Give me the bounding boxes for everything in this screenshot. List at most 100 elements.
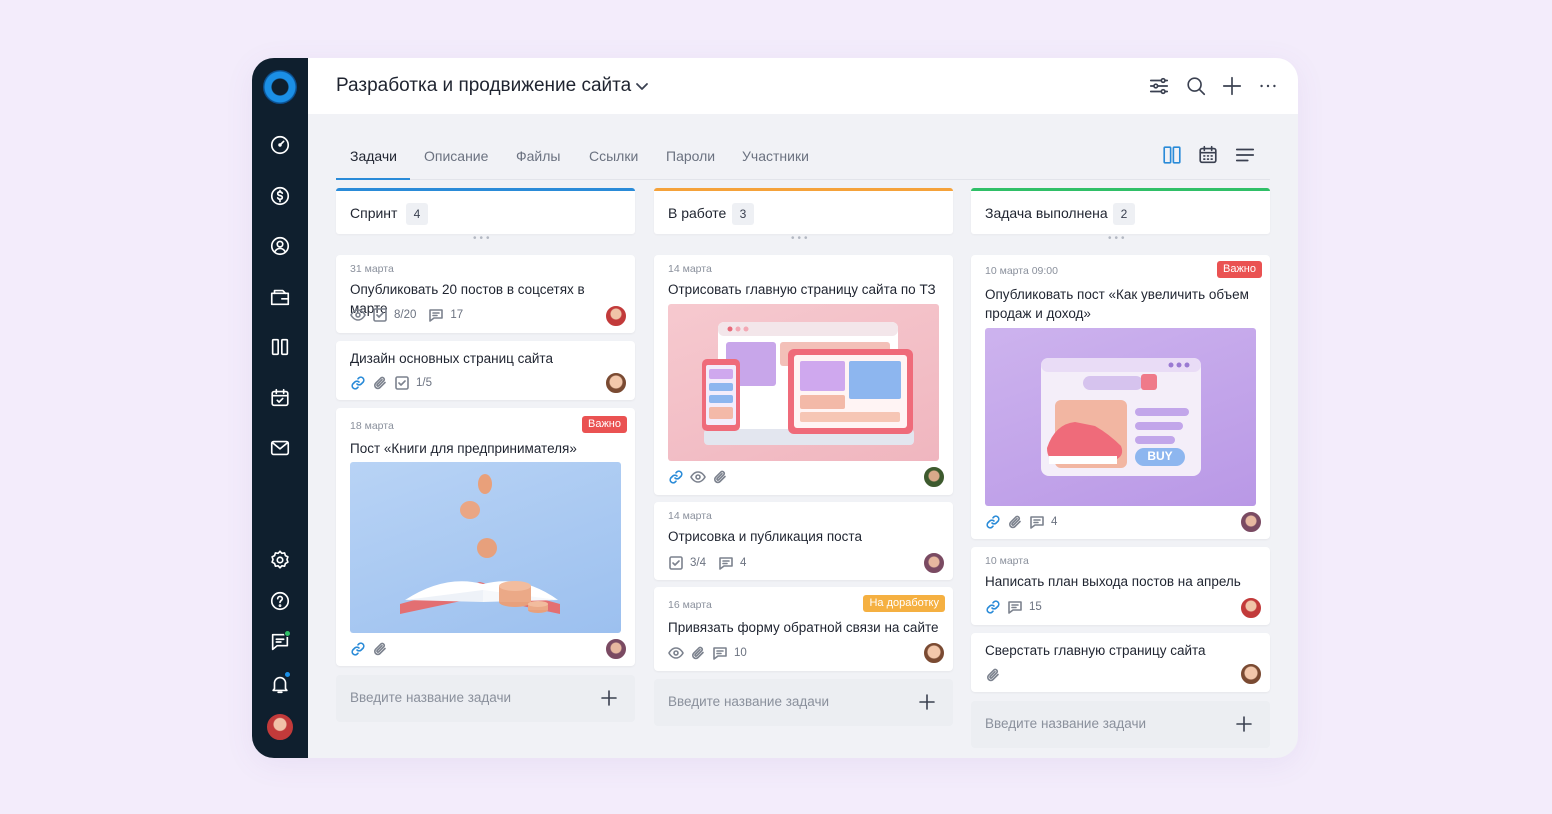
task-date: 10 марта 09:00 — [985, 265, 1058, 277]
task-meta: 15 — [985, 599, 1042, 615]
task-cover-image[interactable]: BUY — [985, 328, 1256, 506]
tab-passwords[interactable]: Пароли — [666, 148, 715, 180]
checklist-count: 1/5 — [416, 377, 432, 389]
task-title: Отрисовка и публикация поста — [668, 529, 862, 544]
calendar-icon[interactable] — [268, 386, 292, 410]
drag-handle[interactable]: ••• — [791, 234, 817, 244]
task-card[interactable]: 10 марта Написать план выхода постов на … — [971, 547, 1270, 625]
assignee-avatar[interactable] — [923, 466, 945, 488]
link-icon — [350, 641, 366, 657]
buy-label: BUY — [1147, 449, 1173, 463]
task-title: Пост «Книги для предпринимателя» — [350, 441, 577, 456]
task-date: 14 марта — [668, 263, 712, 275]
drag-handle[interactable]: ••• — [1108, 234, 1134, 244]
comment-icon — [1029, 514, 1045, 530]
kanban-icon[interactable] — [268, 335, 292, 359]
task-card[interactable]: 14 марта Отрисовать главную страницу сай… — [654, 255, 953, 495]
tab-members[interactable]: Участники — [742, 148, 809, 180]
assignee-avatar[interactable] — [1240, 597, 1262, 619]
plus-icon[interactable] — [1234, 714, 1254, 734]
project-title[interactable]: Разработка и продвижение сайта — [336, 75, 631, 97]
task-title: Дизайн основных страниц сайта — [350, 351, 553, 366]
attachment-icon — [372, 375, 388, 391]
column-count-badge: 2 — [1113, 203, 1135, 225]
list-view-icon[interactable] — [1234, 144, 1256, 166]
task-date: 31 марта — [350, 263, 394, 275]
attachment-icon — [372, 641, 388, 657]
task-title: Написать план выхода постов на апрель — [985, 574, 1241, 589]
add-icon[interactable] — [1221, 75, 1243, 97]
task-meta — [668, 469, 728, 485]
help-icon[interactable] — [268, 589, 292, 613]
add-task-input[interactable]: Введите название задачи — [985, 716, 1146, 731]
assignee-avatar[interactable] — [923, 642, 945, 664]
task-meta — [985, 667, 1001, 683]
plus-icon[interactable] — [599, 688, 619, 708]
task-meta: 8/20 17 — [350, 307, 463, 323]
add-task-row[interactable]: Введите название задачи — [654, 679, 953, 726]
eye-icon — [350, 307, 366, 323]
app-window: Разработка и продвижение сайта Задачи Оп… — [252, 58, 1298, 758]
assignee-avatar[interactable] — [923, 552, 945, 574]
projects-icon[interactable] — [268, 285, 292, 309]
finance-icon[interactable] — [268, 184, 292, 208]
attachment-icon — [712, 469, 728, 485]
app-logo[interactable] — [263, 70, 297, 104]
task-date: 14 марта — [668, 510, 712, 522]
task-card[interactable]: 16 марта На доработку Привязать форму об… — [654, 587, 953, 671]
priority-badge: Важно — [1216, 261, 1262, 278]
column-count-badge: 3 — [732, 203, 754, 225]
user-avatar[interactable] — [265, 712, 295, 742]
comment-icon — [718, 555, 734, 571]
task-cover-image[interactable] — [350, 462, 621, 633]
link-icon — [350, 375, 366, 391]
checklist-icon — [668, 555, 684, 571]
column-title: В работе — [668, 205, 727, 221]
task-title: Сверстать главную страницу сайта — [985, 643, 1206, 658]
more-icon[interactable] — [1257, 75, 1279, 97]
add-task-row[interactable]: Введите название задачи — [336, 675, 635, 722]
tab-tasks[interactable]: Задачи — [336, 148, 410, 180]
assignee-avatar[interactable] — [605, 638, 627, 660]
comment-count: 17 — [450, 309, 464, 321]
comment-icon — [428, 307, 444, 323]
filter-icon[interactable] — [1148, 75, 1170, 97]
mail-icon[interactable] — [268, 436, 292, 460]
add-task-input[interactable]: Введите название задачи — [668, 694, 829, 709]
assignee-avatar[interactable] — [1240, 663, 1262, 685]
board-view-icon[interactable] — [1161, 144, 1183, 166]
task-card[interactable]: 14 марта Отрисовка и публикация поста 3/… — [654, 502, 953, 580]
tab-files[interactable]: Файлы — [516, 148, 560, 180]
tab-bar: Задачи Описание Файлы Ссылки Пароли Учас… — [336, 146, 1270, 180]
task-cover-image[interactable] — [668, 304, 939, 461]
tab-description[interactable]: Описание — [424, 148, 488, 180]
column-header: Спринт 4 — [336, 188, 635, 234]
search-icon[interactable] — [1185, 75, 1207, 97]
task-card[interactable]: Дизайн основных страниц сайта 1/5 — [336, 341, 635, 400]
link-icon — [985, 514, 1001, 530]
comment-icon — [712, 645, 728, 661]
contacts-icon[interactable] — [268, 234, 292, 258]
drag-handle[interactable]: ••• — [473, 234, 499, 244]
attachment-icon — [690, 645, 706, 661]
attachment-icon — [1007, 514, 1023, 530]
task-card[interactable]: Сверстать главную страницу сайта — [971, 633, 1270, 692]
assignee-avatar[interactable] — [605, 372, 627, 394]
tab-links[interactable]: Ссылки — [589, 148, 638, 180]
add-task-row[interactable]: Введите название задачи — [971, 701, 1270, 748]
settings-icon[interactable] — [268, 548, 292, 572]
dashboard-icon[interactable] — [268, 133, 292, 157]
task-card[interactable]: 10 марта 09:00 Важно Опубликовать пост «… — [971, 255, 1270, 539]
task-meta: 4 — [985, 514, 1057, 530]
status-badge: На доработку — [863, 595, 945, 612]
add-task-input[interactable]: Введите название задачи — [350, 690, 511, 705]
assignee-avatar[interactable] — [605, 305, 627, 327]
comment-count: 15 — [1029, 601, 1042, 613]
column-header: Задача выполнена 2 — [971, 188, 1270, 234]
chevron-down-icon[interactable] — [634, 78, 650, 94]
plus-icon[interactable] — [917, 692, 937, 712]
task-card[interactable]: 18 марта Важно Пост «Книги для предприни… — [336, 408, 635, 666]
calendar-view-icon[interactable] — [1197, 144, 1219, 166]
assignee-avatar[interactable] — [1240, 511, 1262, 533]
task-card[interactable]: 31 марта Опубликовать 20 постов в соцсет… — [336, 255, 635, 333]
